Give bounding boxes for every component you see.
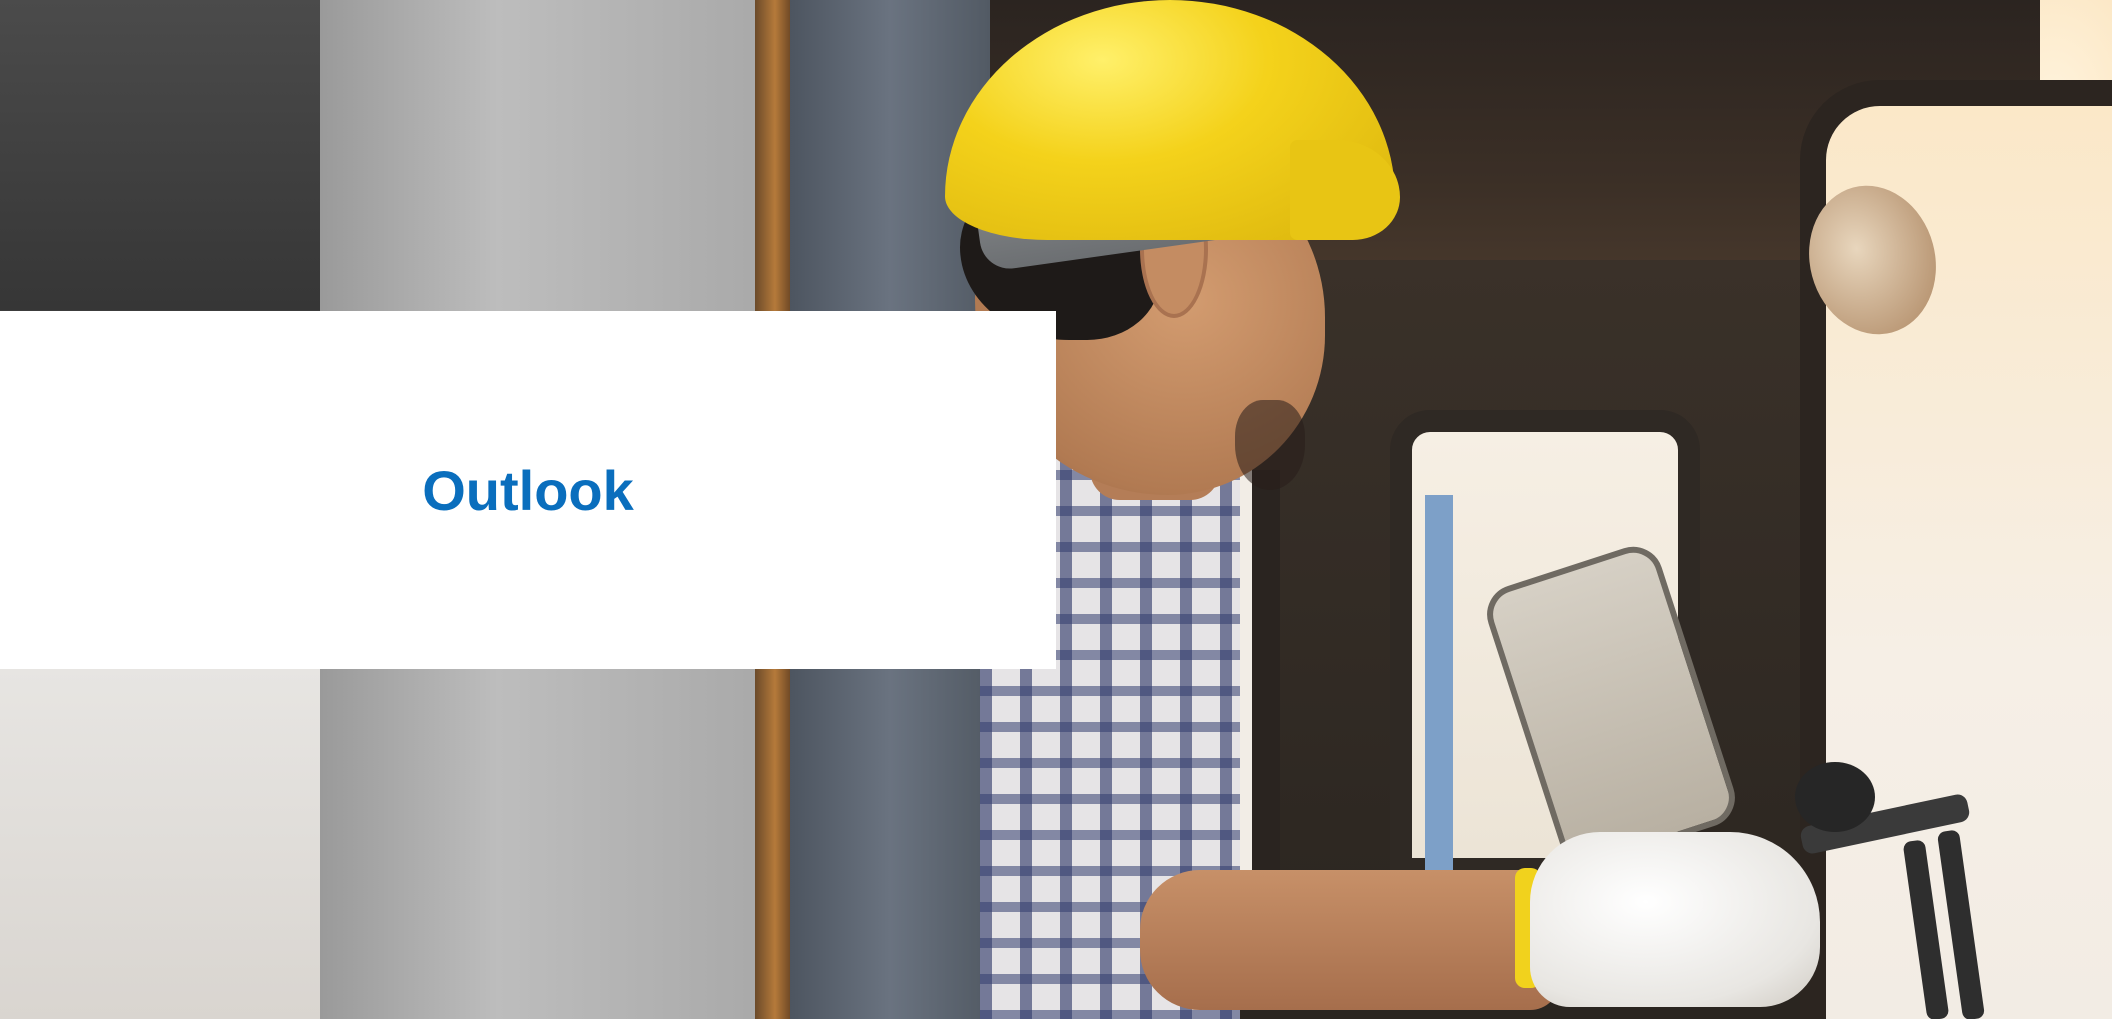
bg-left-wall-upper	[0, 0, 330, 310]
slide-title: Outlook	[422, 458, 634, 522]
worker-beard	[1235, 400, 1305, 490]
work-glove	[1530, 832, 1820, 1007]
title-panel: Outlook	[0, 311, 1056, 669]
bg-distant-pole	[1425, 495, 1453, 875]
slide: Outlook	[0, 0, 2112, 1019]
joystick-knob	[1795, 762, 1875, 832]
bg-left-wall-lower	[0, 668, 345, 1019]
worker-forearm	[1140, 870, 1560, 1010]
